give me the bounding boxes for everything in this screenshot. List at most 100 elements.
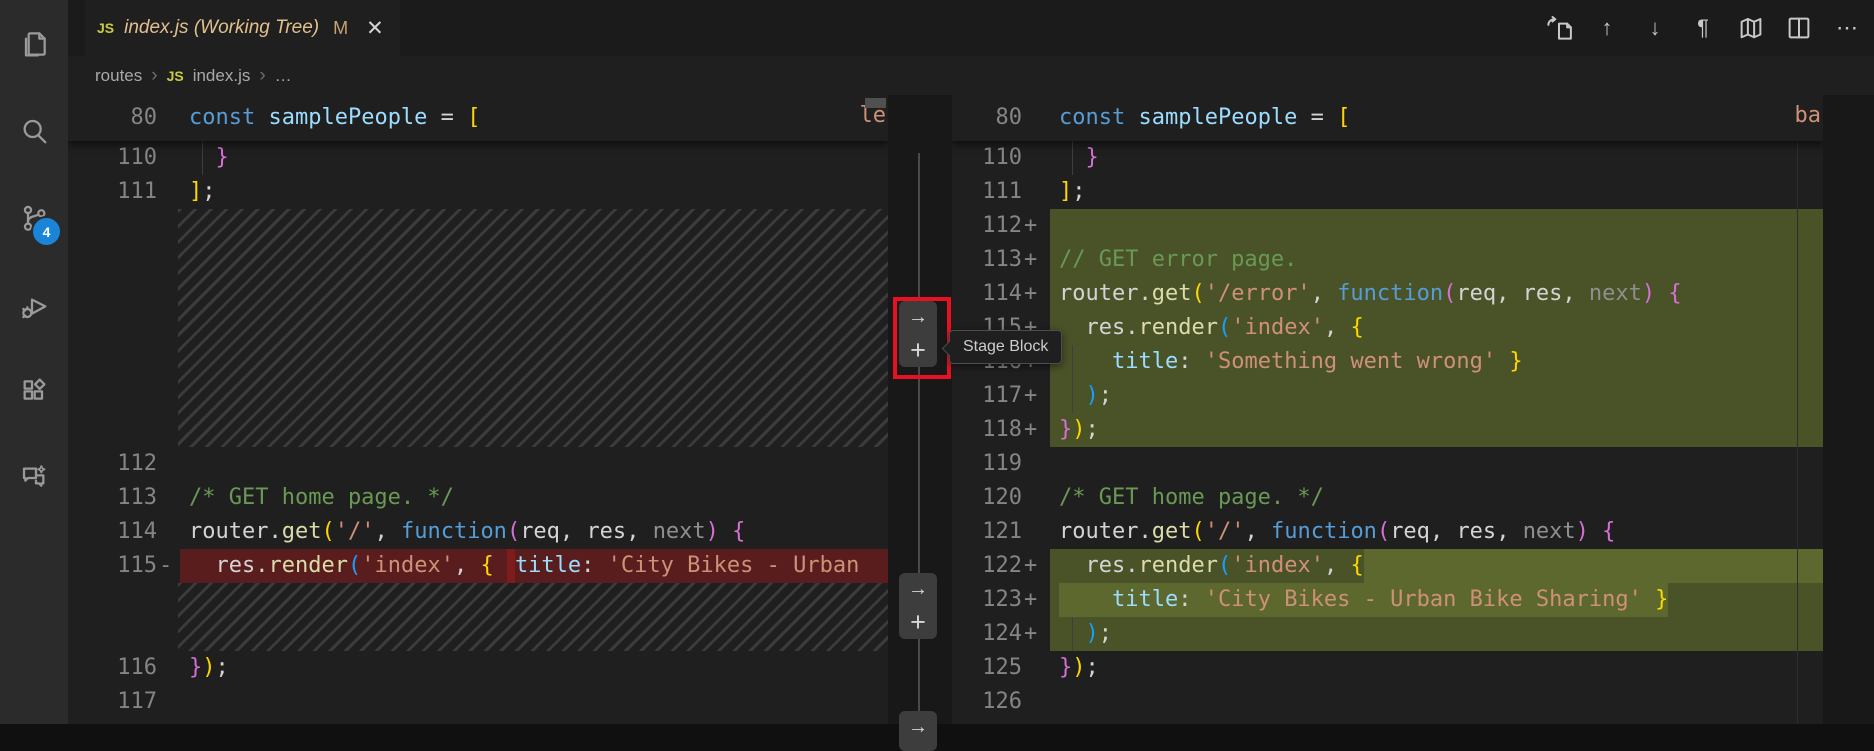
code-line-content[interactable]: ); bbox=[1050, 379, 1823, 413]
code-line-content[interactable]: /* GET home page. */ bbox=[1050, 481, 1823, 515]
diff-sign: + bbox=[1022, 413, 1050, 447]
code-line-content[interactable]: ]; bbox=[180, 175, 888, 209]
line-tail bbox=[454, 481, 888, 515]
close-icon[interactable]: ✕ bbox=[366, 16, 384, 41]
code-line[interactable]: 116}); bbox=[68, 651, 888, 685]
map-button[interactable] bbox=[1730, 10, 1772, 46]
left-scrollbar-slider[interactable] bbox=[865, 98, 886, 108]
code-line[interactable]: 113/* GET home page. */ bbox=[68, 481, 888, 515]
code-line[interactable]: 113+// GET error page. bbox=[952, 243, 1823, 277]
code-line-content[interactable] bbox=[180, 447, 888, 481]
sidebar-item-explorer[interactable] bbox=[0, 13, 68, 75]
code-line[interactable]: 123+ title: 'City Bikes - Urban Bike Sha… bbox=[952, 583, 1823, 617]
code-line-content[interactable]: // GET error page. bbox=[1050, 243, 1823, 277]
revert-block-button[interactable]: → bbox=[899, 711, 937, 744]
code-line[interactable]: 125}); bbox=[952, 651, 1823, 685]
left-code-lines[interactable]: 110 }111]; 112113/* GET home page. */114r… bbox=[68, 141, 888, 719]
more-actions-button[interactable]: ⋯ bbox=[1826, 10, 1868, 46]
tab-label: index.js (Working Tree) bbox=[124, 17, 319, 39]
sidebar-item-source-control[interactable]: 4 bbox=[0, 187, 68, 249]
render-whitespace-button[interactable]: ¶ bbox=[1682, 10, 1724, 46]
line-gutter: 121 bbox=[952, 515, 1050, 549]
code-line-content[interactable]: router.get('/error', function(req, res, … bbox=[1050, 277, 1823, 311]
diff-sign: + bbox=[1022, 549, 1050, 583]
breadcrumb-folder[interactable]: routes bbox=[95, 66, 142, 86]
code-line-content[interactable]: title: 'Something went wrong' } bbox=[1050, 345, 1823, 379]
code-line-content[interactable]: /* GET home page. */ bbox=[180, 481, 888, 515]
code-line-content[interactable]: } bbox=[1050, 141, 1823, 175]
code-line-content[interactable]: }); bbox=[180, 651, 888, 685]
code-line-content[interactable] bbox=[180, 685, 888, 719]
code-line[interactable]: 115+ res.render('index', { bbox=[952, 311, 1823, 345]
activity-bar: 4 bbox=[0, 0, 68, 724]
stage-block-button[interactable]: + bbox=[899, 606, 937, 639]
code-line-content[interactable] bbox=[1050, 447, 1823, 481]
sidebar-item-extensions[interactable] bbox=[0, 359, 68, 421]
code-line[interactable]: 115- res.render('index', { title: 'City … bbox=[68, 549, 888, 583]
code-line[interactable]: 117+ ); bbox=[952, 379, 1823, 413]
open-file-button[interactable] bbox=[1538, 10, 1580, 46]
code-line[interactable]: 117 bbox=[68, 685, 888, 719]
sticky-scroll-line[interactable]: 80const samplePeople = [ le bbox=[68, 95, 888, 141]
line-number: 117 bbox=[952, 379, 1022, 413]
original-pane[interactable]: 80const samplePeople = [ le 110 }111];11… bbox=[68, 95, 888, 724]
line-number: 117 bbox=[68, 685, 157, 719]
code-line-content[interactable]: ]; bbox=[1050, 175, 1823, 209]
code-line-content[interactable]: } bbox=[180, 141, 888, 175]
tab-bar: JS index.js (Working Tree) M ✕ ↑ ↓ ¶ bbox=[68, 0, 1874, 56]
code-line[interactable]: 110 } bbox=[68, 141, 888, 175]
revert-block-button[interactable]: → bbox=[899, 573, 937, 606]
code-line[interactable]: 118+}); bbox=[952, 413, 1823, 447]
sticky-scroll-line[interactable]: 80const samplePeople = [ ba bbox=[952, 95, 1823, 141]
run-debug-icon bbox=[18, 291, 50, 323]
sidebar-item-chat[interactable] bbox=[0, 445, 68, 507]
code-line-content[interactable]: title: 'City Bikes - Urban Bike Sharing'… bbox=[1050, 583, 1823, 617]
breadcrumb-file[interactable]: index.js bbox=[193, 66, 251, 86]
split-editor-button[interactable] bbox=[1778, 10, 1820, 46]
code-line[interactable]: 112+ bbox=[952, 209, 1823, 243]
next-change-button[interactable]: ↓ bbox=[1634, 10, 1676, 46]
code-line[interactable]: 114+router.get('/error', function(req, r… bbox=[952, 277, 1823, 311]
code-line-content[interactable]: res.render('index', { title: 'City Bikes… bbox=[180, 549, 888, 583]
modified-pane[interactable]: 80const samplePeople = [ ba 110 }111];11… bbox=[952, 95, 1823, 724]
sidebar-item-search[interactable] bbox=[0, 100, 68, 162]
code-line[interactable]: 126 bbox=[952, 685, 1823, 719]
code-line-content[interactable]: router.get('/', function(req, res, next)… bbox=[180, 515, 888, 549]
code-line[interactable]: 110 } bbox=[952, 141, 1823, 175]
right-code-lines[interactable]: 110 }111];112+113+// GET error page.114+… bbox=[952, 141, 1823, 719]
code-line-content[interactable] bbox=[1050, 685, 1823, 719]
code-line[interactable]: 114router.get('/', function(req, res, ne… bbox=[68, 515, 888, 549]
code-line[interactable]: 112 bbox=[68, 447, 888, 481]
sidebar-item-run-debug[interactable] bbox=[0, 276, 68, 338]
code-line[interactable]: 111]; bbox=[952, 175, 1823, 209]
code-line[interactable]: 119 bbox=[952, 447, 1823, 481]
line-gutter: 126 bbox=[952, 685, 1050, 719]
code-line-content[interactable]: const samplePeople = [ bbox=[1050, 101, 1823, 135]
line-number: 124 bbox=[952, 617, 1022, 651]
code-line-content[interactable]: res.render('index', { bbox=[1050, 549, 1823, 583]
line-gutter: 111 bbox=[68, 175, 180, 209]
code-line[interactable]: 116+ title: 'Something went wrong' } bbox=[952, 345, 1823, 379]
line-tail bbox=[1615, 515, 1823, 549]
code-line[interactable]: 122+ res.render('index', { bbox=[952, 549, 1823, 583]
tab-indexjs-working-tree[interactable]: JS index.js (Working Tree) M ✕ bbox=[85, 0, 400, 56]
line-gutter: 110 bbox=[68, 141, 180, 175]
breadcrumb-more[interactable]: … bbox=[275, 66, 292, 86]
code-line-content[interactable]: res.render('index', { bbox=[1050, 311, 1823, 345]
code-line-content[interactable] bbox=[1050, 209, 1823, 243]
code-line-content[interactable]: }); bbox=[1050, 413, 1823, 447]
code-line[interactable]: 120/* GET home page. */ bbox=[952, 481, 1823, 515]
line-tail bbox=[480, 101, 888, 135]
code-line[interactable]: 121router.get('/', function(req, res, ne… bbox=[952, 515, 1823, 549]
line-tail bbox=[1086, 175, 1824, 209]
code-line[interactable]: 111]; bbox=[68, 175, 888, 209]
code-line[interactable]: 80const samplePeople = [ bbox=[68, 101, 888, 135]
code-line-content[interactable]: }); bbox=[1050, 651, 1823, 685]
code-line-content[interactable]: const samplePeople = [ bbox=[180, 101, 888, 135]
code-line-content[interactable]: router.get('/', function(req, res, next)… bbox=[1050, 515, 1823, 549]
code-line[interactable]: 124+ ); bbox=[952, 617, 1823, 651]
previous-change-button[interactable]: ↑ bbox=[1586, 10, 1628, 46]
code-line[interactable]: 80const samplePeople = [ bbox=[952, 101, 1823, 135]
line-tail bbox=[189, 447, 888, 481]
code-line-content[interactable]: ); bbox=[1050, 617, 1823, 651]
